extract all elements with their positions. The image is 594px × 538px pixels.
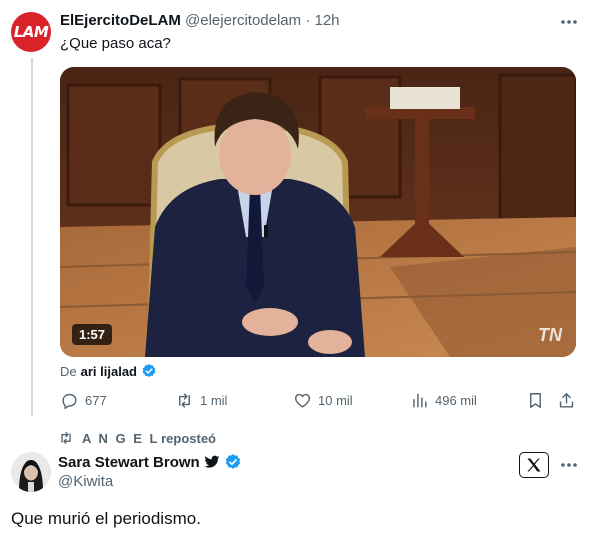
repost-indicator[interactable]: A N G E L reposteó — [58, 430, 216, 446]
tweet-text: Que murió el periodismo. — [11, 509, 201, 528]
thread-connector-line — [31, 58, 33, 416]
avatar[interactable]: LAM — [11, 12, 51, 52]
reply-button[interactable]: 677 — [60, 391, 107, 410]
like-button[interactable]: 10 mil — [293, 391, 353, 410]
tweet-actions: 677 1 mil 10 mil 496 mil — [60, 391, 580, 413]
handle[interactable]: @Kiwita — [58, 473, 113, 490]
verified-icon — [142, 364, 156, 378]
tweet-text: ¿Que paso aca? — [60, 35, 171, 52]
reposter-name: A N G E L — [82, 430, 160, 446]
repost-icon — [179, 393, 190, 408]
repost-icon — [61, 432, 71, 444]
separator: · — [305, 12, 311, 29]
like-count: 10 mil — [318, 393, 353, 408]
like-icon — [294, 393, 311, 408]
tweet-author: Sara Stewart Brown — [58, 453, 242, 471]
bookmark-icon — [530, 393, 541, 408]
repost-button[interactable]: 1 mil — [175, 391, 227, 410]
repost-label: reposteó — [161, 430, 216, 446]
bird-icon — [204, 455, 220, 468]
display-name[interactable]: Sara Stewart Brown — [58, 454, 200, 471]
attribution-prefix: De — [60, 363, 77, 379]
view-count: 496 mil — [435, 393, 477, 408]
share-icon — [559, 393, 574, 408]
x-logo-icon[interactable] — [519, 452, 549, 478]
timestamp[interactable]: 12h — [315, 12, 340, 29]
reply-icon — [62, 393, 77, 410]
tweet-header: ElEjercitoDeLAM @elejercitodelam · 12h — [60, 12, 340, 29]
repost-count: 1 mil — [200, 393, 228, 408]
views-icon — [413, 393, 427, 408]
more-icon[interactable] — [558, 455, 580, 475]
verified-icon — [225, 454, 240, 469]
reply-count: 677 — [85, 393, 107, 408]
display-name[interactable]: ElEjercitoDeLAM — [60, 12, 181, 29]
video-attribution: De ari lijalad — [60, 363, 157, 379]
more-icon[interactable] — [558, 12, 580, 32]
attribution-author[interactable]: ari lijalad — [81, 364, 137, 379]
video-frame — [60, 67, 576, 357]
avatar[interactable] — [11, 452, 51, 492]
handle[interactable]: @elejercitodelam — [185, 12, 301, 29]
views-button[interactable]: 496 mil — [410, 391, 477, 410]
avatar-logo-text: LAM — [13, 23, 49, 41]
video-duration: 1:57 — [72, 324, 113, 345]
bookmark-button[interactable] — [526, 391, 545, 410]
avatar-photo — [11, 452, 51, 492]
video-player[interactable]: 1:57 TN — [60, 67, 576, 357]
channel-logo: TN — [538, 325, 562, 345]
share-button[interactable] — [557, 391, 576, 410]
